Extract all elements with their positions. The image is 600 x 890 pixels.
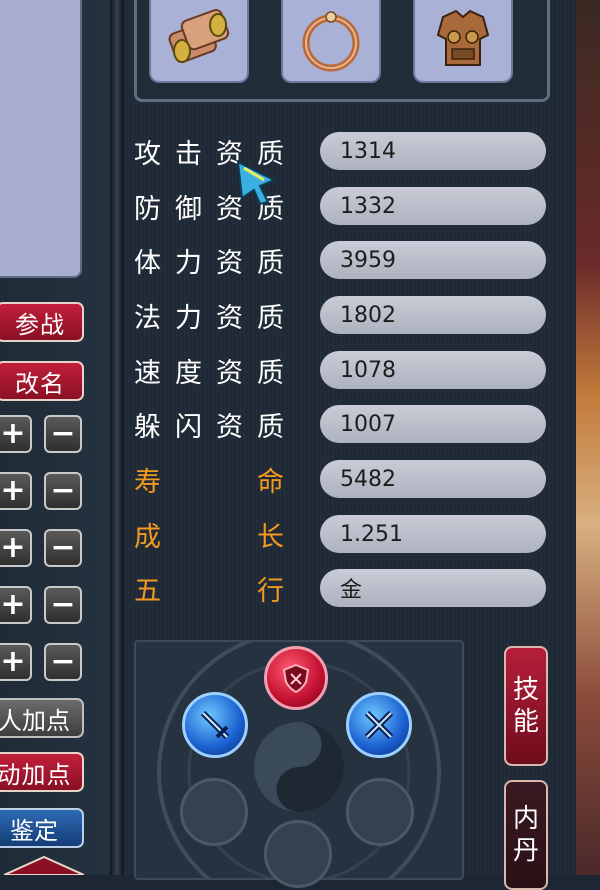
- attribute-label: 寿命: [134, 458, 284, 500]
- attribute-label: 速度资质: [134, 349, 284, 391]
- game-scene-background: [576, 0, 600, 875]
- label-char: 资: [216, 302, 243, 334]
- attribute-row-element: 五行 金: [124, 567, 576, 609]
- label-char: 命: [257, 466, 284, 498]
- attr-minus-button[interactable]: −: [44, 643, 82, 681]
- label-char: 资: [216, 411, 243, 443]
- skill-slot-4[interactable]: [180, 778, 248, 846]
- attribute-row-growth: 成长 1.251: [124, 513, 576, 555]
- attribute-row-magic: 法力资质 1802: [124, 294, 576, 336]
- yin-yang-icon: [254, 722, 344, 812]
- label-char: 长: [257, 521, 284, 553]
- bracer-icon: [168, 9, 230, 63]
- skill-slot-3[interactable]: [346, 692, 412, 758]
- attribute-value: 1802: [320, 296, 546, 334]
- attribute-row-stamina: 体力资质 3959: [124, 239, 576, 281]
- skill-slot-5[interactable]: [346, 778, 414, 846]
- attr-minus-button[interactable]: −: [44, 529, 82, 567]
- label-char: 攻: [134, 138, 161, 170]
- attribute-label: 成长: [134, 513, 284, 555]
- equipment-slot-3[interactable]: [413, 0, 513, 83]
- pet-portrait-area: [0, 0, 82, 278]
- attr-plus-button[interactable]: +: [0, 472, 32, 510]
- attribute-label: 体力资质: [134, 239, 284, 281]
- armor-icon: [436, 9, 490, 66]
- tab-inner-dan[interactable]: 内 丹: [504, 780, 548, 890]
- attribute-value: 3959: [320, 241, 546, 279]
- label-char: 寿: [134, 466, 161, 498]
- attr-minus-button[interactable]: −: [44, 472, 82, 510]
- attribute-value: 1.251: [320, 515, 546, 553]
- attribute-row-speed: 速度资质 1078: [124, 349, 576, 391]
- attribute-label: 躲闪资质: [134, 403, 284, 445]
- label-char: 质: [257, 357, 284, 389]
- skill-slots-area: [134, 640, 464, 888]
- attribute-value: 1332: [320, 187, 546, 225]
- attr-minus-button[interactable]: −: [44, 586, 82, 624]
- label-char: 力: [175, 247, 202, 279]
- attr-plus-button[interactable]: +: [0, 415, 32, 453]
- tab-label-char: 能: [512, 707, 539, 737]
- label-char: 躲: [134, 411, 161, 443]
- sword-skill-icon: [200, 710, 230, 740]
- label-char: 五: [134, 575, 161, 607]
- pet-attributes-panel: 攻击资质 1314 防御资质 1332 体力资质 3959 法力资质 1802 …: [124, 0, 576, 890]
- equipment-slot-1[interactable]: [149, 0, 249, 83]
- tab-pointer-icon: [4, 855, 84, 875]
- tab-label-char: 内: [512, 803, 539, 834]
- label-char: 法: [134, 302, 161, 334]
- tab-label-char: 技: [512, 674, 539, 705]
- skill-slot-1[interactable]: [264, 646, 328, 710]
- label-char: 资: [216, 357, 243, 389]
- cursor-icon: [236, 160, 277, 206]
- attribute-value: 5482: [320, 460, 546, 498]
- skill-slot-2[interactable]: [182, 692, 248, 758]
- attribute-label: 五行: [134, 567, 284, 609]
- attr-plus-button[interactable]: +: [0, 643, 32, 681]
- label-char: 资: [216, 247, 243, 279]
- skill-slot-6[interactable]: [264, 820, 332, 888]
- attribute-value: 1314: [320, 132, 546, 170]
- label-char: 御: [175, 193, 202, 225]
- left-panel: 参战 改名 + − + − + − + − + − 人加点 动加点 鉴定: [0, 0, 110, 875]
- attribute-row-lifespan: 寿命 5482: [124, 458, 576, 500]
- label-char: 防: [134, 193, 161, 225]
- appraise-button[interactable]: 鉴定: [0, 808, 84, 848]
- attribute-value: 1078: [320, 351, 546, 389]
- ring-icon: [302, 11, 360, 72]
- tab-skills[interactable]: 技 能: [504, 646, 548, 766]
- attribute-value: 1007: [320, 405, 546, 443]
- rename-button[interactable]: 改名: [0, 361, 84, 401]
- label-char: 体: [134, 247, 161, 279]
- label-char: 度: [175, 357, 202, 389]
- label-char: 成: [134, 521, 161, 553]
- join-battle-button[interactable]: 参战: [0, 302, 84, 342]
- equipment-frame: [134, 0, 550, 102]
- label-char: 行: [257, 575, 284, 607]
- auto-add-points-button[interactable]: 动加点: [0, 752, 84, 792]
- attribute-value: 金: [320, 569, 546, 607]
- crossed-swords-skill-icon: [364, 710, 394, 740]
- equipment-slot-2[interactable]: [281, 0, 381, 83]
- attr-minus-button[interactable]: −: [44, 415, 82, 453]
- panel-divider: [110, 0, 124, 875]
- label-char: 闪: [175, 411, 202, 443]
- attribute-row-defense: 防御资质 1332: [124, 185, 576, 227]
- label-char: 质: [257, 247, 284, 279]
- label-char: 速: [134, 357, 161, 389]
- label-char: 质: [257, 411, 284, 443]
- shield-skill-icon: [282, 663, 310, 694]
- label-char: 质: [257, 302, 284, 334]
- attribute-label: 法力资质: [134, 294, 284, 336]
- manual-add-points-button[interactable]: 人加点: [0, 698, 84, 738]
- attr-plus-button[interactable]: +: [0, 529, 32, 567]
- attribute-row-dodge: 躲闪资质 1007: [124, 403, 576, 445]
- attr-plus-button[interactable]: +: [0, 586, 32, 624]
- tab-label-char: 丹: [512, 836, 539, 866]
- label-char: 击: [175, 138, 202, 170]
- label-char: 力: [175, 302, 202, 334]
- attribute-row-attack: 攻击资质 1314: [124, 130, 576, 172]
